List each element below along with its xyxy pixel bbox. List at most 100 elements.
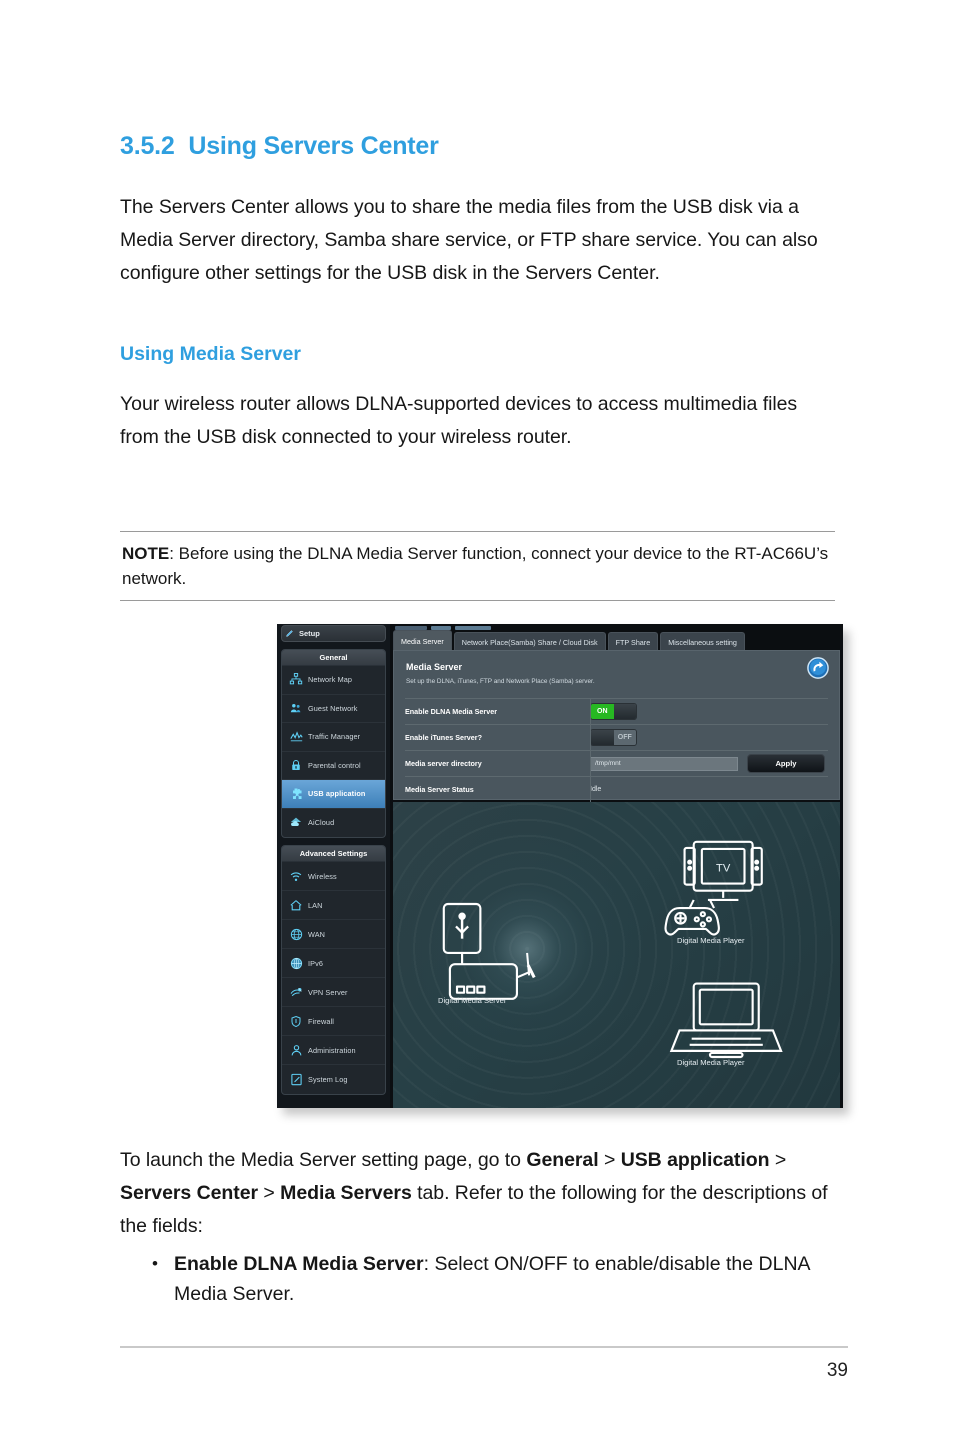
back-arrow-icon[interactable]	[807, 657, 829, 679]
row-media-server-status: Media Server Status Idle	[405, 776, 828, 802]
launch-sep-2: >	[769, 1149, 787, 1171]
sidebar-item-label: Guest Network	[308, 703, 358, 713]
bullet-bold-label: Enable DLNA Media Server	[174, 1253, 424, 1275]
launch-bold-media-servers: Media Servers	[280, 1182, 412, 1204]
sidebar-item-label: Traffic Manager	[308, 732, 361, 742]
tab-media-server[interactable]: Media Server	[393, 630, 452, 651]
sidebar-item-label: VPN Server	[308, 987, 348, 997]
intro-paragraph: The Servers Center allows you to share t…	[120, 196, 818, 284]
traffic-manager-icon	[287, 730, 305, 743]
sidebar-item-label: Network Map	[308, 675, 353, 685]
tab-ftp-share[interactable]: FTP Share	[607, 632, 659, 651]
tab-bar: Media Server Network Place(Samba) Share …	[393, 630, 747, 651]
lan-home-icon	[287, 899, 305, 912]
diagram-label-player-bottom: Digital Media Player	[677, 1058, 745, 1067]
settings-rows: Enable DLNA Media Server ON Enable iTune…	[405, 698, 828, 802]
tab-miscellaneous-setting[interactable]: Miscellaneous setting	[660, 632, 745, 651]
sidebar-item-label: Firewall	[308, 1016, 334, 1026]
tab-network-place-samba[interactable]: Network Place(Samba) Share / Cloud Disk	[453, 632, 606, 651]
apply-button[interactable]: Apply	[747, 754, 825, 773]
launch-sep-1: >	[598, 1149, 621, 1171]
router-sidebar: Setup General Network Map Guest Network …	[277, 624, 390, 1108]
panel-title: Media Server	[406, 662, 463, 672]
media-server-panel: Media Server Set up the DLNA, iTunes, FT…	[393, 650, 840, 802]
subsection-title: Using Media Server	[120, 343, 301, 365]
media-server-status-value: Idle	[590, 786, 602, 793]
bullet-marker: •	[152, 1254, 158, 1273]
sidebar-item-wireless[interactable]: Wireless	[282, 862, 385, 891]
breadcrumb-segment	[431, 625, 451, 630]
list-item: • Enable DLNA Media Server: Select ON/OF…	[152, 1249, 842, 1309]
sidebar-item-ipv6[interactable]: IPv6	[282, 949, 385, 978]
toggle-off-label: OFF	[613, 730, 636, 745]
sidebar-item-aicloud[interactable]: AiCloud	[282, 809, 385, 838]
note-box: NOTE: Before using the DLNA Media Server…	[120, 531, 835, 601]
gamepad-icon	[664, 899, 720, 936]
usb-application-puzzle-icon	[287, 787, 305, 801]
row-label: Media server directory	[405, 759, 482, 768]
dlna-media-server-toggle[interactable]: ON	[590, 703, 637, 720]
wireless-wifi-icon	[287, 870, 305, 883]
router-main-pane: Media Server Network Place(Samba) Share …	[390, 624, 843, 1108]
wan-globe-icon	[287, 928, 305, 941]
sidebar-item-parental-control[interactable]: Parental control	[282, 752, 385, 780]
vpn-server-icon	[287, 986, 305, 999]
sidebar-item-label: Wireless	[308, 871, 337, 881]
sidebar-item-label: System Log	[308, 1075, 348, 1084]
itunes-server-toggle[interactable]: OFF	[590, 729, 637, 746]
sidebar-item-firewall[interactable]: Firewall	[282, 1007, 385, 1036]
section-title: Using Servers Center	[188, 132, 439, 160]
note-body: : Before using the DLNA Media Server fun…	[122, 544, 829, 588]
row-value: ON	[590, 703, 828, 720]
dlna-topology-diagram: TV Digital Media Server Digital Media Pl…	[393, 802, 840, 1108]
sidebar-item-traffic-manager[interactable]: Traffic Manager	[282, 723, 385, 752]
sidebar-setup-label: Setup	[299, 629, 320, 638]
row-label: Enable DLNA Media Server	[405, 707, 498, 716]
sidebar-item-setup[interactable]: Setup	[281, 625, 386, 642]
sidebar-item-label: WAN	[308, 929, 326, 939]
administration-user-icon	[287, 1044, 305, 1057]
guest-network-icon	[287, 702, 305, 715]
launch-paragraph: To launch the Media Server setting page,…	[120, 1144, 832, 1243]
note-text: NOTE: Before using the DLNA Media Server…	[120, 532, 835, 598]
sidebar-item-label: LAN	[308, 900, 323, 910]
row-value: /tmp/mnt Apply	[590, 754, 828, 773]
row-media-server-directory: Media server directory /tmp/mnt Apply	[405, 750, 828, 776]
launch-text-1: To launch the Media Server setting page,…	[120, 1149, 527, 1171]
sidebar-group-header: Advanced Settings	[282, 846, 385, 862]
page-number: 39	[826, 1360, 848, 1381]
sidebar-item-usb-application[interactable]: USB application	[282, 780, 385, 809]
sidebar-item-administration[interactable]: Administration	[282, 1036, 385, 1065]
row-divider	[590, 699, 591, 724]
toggle-knob	[591, 730, 614, 745]
media-server-directory-input[interactable]: /tmp/mnt	[590, 756, 738, 771]
row-divider	[590, 777, 591, 802]
router-ui-screenshot: Setup General Network Map Guest Network …	[277, 624, 843, 1108]
row-value: OFF	[590, 729, 828, 746]
toggle-knob	[613, 704, 636, 719]
launch-sep-3: >	[258, 1182, 281, 1204]
launch-bold-servers-center: Servers Center	[120, 1182, 259, 1204]
system-log-icon	[287, 1073, 305, 1086]
sidebar-item-lan[interactable]: LAN	[282, 891, 385, 920]
sidebar-item-label: Parental control	[308, 760, 361, 770]
row-divider	[590, 751, 591, 776]
row-label: Enable iTunes Server?	[405, 733, 482, 742]
launch-bold-usb-application: USB application	[620, 1149, 770, 1171]
sidebar-item-wan[interactable]: WAN	[282, 920, 385, 949]
sidebar-item-guest-network[interactable]: Guest Network	[282, 695, 385, 723]
sidebar-item-system-log[interactable]: System Log	[282, 1065, 385, 1094]
bullet-text: Enable DLNA Media Server: Select ON/OFF …	[174, 1249, 842, 1309]
row-value: Idle	[590, 786, 828, 793]
section-number: 3.5.2	[120, 132, 175, 160]
sidebar-group-header: General	[282, 650, 385, 666]
breadcrumb-segment	[395, 625, 427, 630]
row-divider	[590, 725, 591, 750]
field-description-list: • Enable DLNA Media Server: Select ON/OF…	[152, 1249, 842, 1309]
sidebar-item-label: USB application	[308, 789, 366, 799]
sidebar-item-vpn-server[interactable]: VPN Server	[282, 978, 385, 1007]
firewall-shield-icon	[287, 1015, 305, 1028]
sidebar-item-label: AiCloud	[308, 818, 335, 828]
sidebar-item-network-map[interactable]: Network Map	[282, 666, 385, 695]
diagram-label-player-top: Digital Media Player	[677, 936, 745, 945]
